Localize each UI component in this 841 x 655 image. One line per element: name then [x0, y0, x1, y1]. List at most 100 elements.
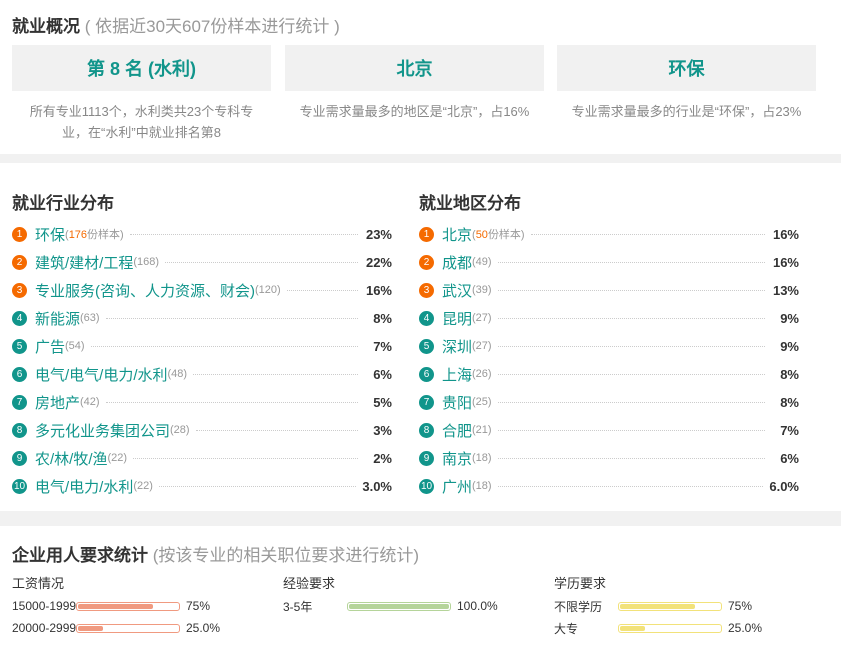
industry-row: 7 房地产 (42) 5%: [12, 388, 392, 416]
industry-name-link[interactable]: 房地产: [35, 392, 80, 413]
region-count: (27): [472, 312, 492, 324]
region-row: 9 南京 (18) 6%: [419, 444, 799, 472]
industry-name-link[interactable]: 环保: [35, 224, 65, 245]
overview-panel: 就业概况 ( 依据近30天607份样本进行统计 ) 第 8 名 (水利) 北京 …: [0, 0, 841, 154]
industry-name-link[interactable]: 电气/电力/水利: [35, 476, 133, 497]
region-percent: 9%: [780, 310, 799, 326]
dotted-leader: [497, 429, 765, 431]
industry-row: 5 广告 (54) 7%: [12, 332, 392, 360]
dotted-leader: [195, 429, 358, 431]
industry-title: 就业行业分布: [12, 194, 114, 213]
experience-bar-fill: [349, 603, 449, 609]
education-heading: 学历要求: [554, 576, 607, 591]
region-count: (25): [472, 396, 492, 408]
industry-count: (176份样本): [65, 229, 124, 241]
region-name-link[interactable]: 南京: [442, 448, 472, 469]
region-count: (18): [472, 480, 492, 492]
region-name-link[interactable]: 贵阳: [442, 392, 472, 413]
industry-sample-count: 176: [68, 229, 88, 241]
dotted-leader: [497, 401, 765, 403]
education-percent: 75%: [728, 599, 753, 613]
dotted-leader: [158, 485, 357, 487]
top-region-desc: 专业需求量最多的地区是“北京”，占16%: [299, 104, 530, 119]
region-count: (18): [472, 452, 492, 464]
industry-count: (168): [133, 256, 160, 268]
education-row: 不限学历 75%: [554, 597, 752, 615]
industry-name-link[interactable]: 电气/电气/电力/水利: [35, 364, 168, 385]
rank-badge: 2: [419, 254, 434, 270]
rank-badge: 10: [12, 478, 27, 494]
region-count: (50份样本): [472, 229, 525, 241]
industry-name-link[interactable]: 广告: [35, 336, 65, 357]
industry-name-link[interactable]: 农/林/牧/渔: [35, 448, 108, 469]
region-percent: 6%: [780, 450, 799, 466]
region-count: (21): [472, 424, 492, 436]
dotted-leader: [193, 373, 358, 375]
region-name-link[interactable]: 深圳: [442, 336, 472, 357]
salary-bar: [76, 601, 180, 611]
dotted-leader: [497, 289, 765, 291]
industry-percent: 23%: [365, 226, 392, 242]
industry-percent: 16%: [365, 282, 392, 298]
region-name-link[interactable]: 北京: [442, 224, 472, 245]
industry-percent: 7%: [373, 338, 392, 354]
region-row: 6 上海 (26) 8%: [419, 360, 799, 388]
region-name-link[interactable]: 上海: [442, 364, 472, 385]
salary-label: 20000-29999: [12, 621, 76, 635]
dotted-leader: [105, 401, 358, 403]
salary-row: 15000-19999 75%: [12, 597, 210, 615]
industry-name-link[interactable]: 多元化业务集团公司: [35, 420, 170, 441]
experience-label: 3-5年: [283, 599, 313, 614]
industry-percent: 3.0%: [362, 478, 392, 494]
region-name-link[interactable]: 成都: [442, 252, 472, 273]
industry-list: 1 环保 (176份样本) 23% 2 建筑/建材/工程 (168) 22% 3 专业服务(咨询、…: [12, 220, 392, 500]
rank-badge: 4: [419, 310, 434, 326]
industry-name-link[interactable]: 新能源: [35, 308, 80, 329]
region-count: (27): [472, 340, 492, 352]
rank-badge: 4: [12, 310, 27, 326]
industry-row: 2 建筑/建材/工程 (168) 22%: [12, 248, 392, 276]
rank-badge: 5: [419, 338, 434, 354]
industry-count: (28): [170, 424, 190, 436]
industry-row: 3 专业服务(咨询、人力资源、财会) (120) 16%: [12, 276, 392, 304]
dotted-leader: [497, 345, 765, 347]
rank-badge: 1: [12, 226, 27, 242]
region-name-link[interactable]: 武汉: [442, 280, 472, 301]
industry-row: 10 电气/电力/水利 (22) 3.0%: [12, 472, 392, 500]
rank-badge: 9: [12, 450, 27, 466]
industry-row: 6 电气/电气/电力/水利 (48) 6%: [12, 360, 392, 388]
industry-percent: 6%: [373, 366, 392, 382]
industry-row: 8 多元化业务集团公司 (28) 3%: [12, 416, 392, 444]
region-percent: 6.0%: [769, 478, 799, 494]
industry-percent: 5%: [373, 394, 392, 410]
dotted-leader: [165, 261, 358, 263]
requirements-subtitle: (按该专业的相关职位要求进行统计): [152, 546, 420, 565]
salary-heading: 工资情况: [12, 576, 65, 591]
rank-badge: 8: [12, 422, 27, 438]
dotted-leader: [530, 233, 765, 235]
top-industry-desc: 专业需求量最多的行业是“环保”，占23%: [571, 104, 802, 119]
industry-row: 4 新能源 (63) 8%: [12, 304, 392, 332]
region-row: 1 北京 (50份样本) 16%: [419, 220, 799, 248]
dotted-leader: [497, 485, 764, 487]
region-row: 7 贵阳 (25) 8%: [419, 388, 799, 416]
industry-name-link[interactable]: 专业服务(咨询、人力资源、财会): [35, 280, 255, 301]
dotted-leader: [105, 317, 358, 319]
rank-badge: 1: [419, 226, 434, 242]
rank-badge: 3: [12, 282, 27, 298]
rank-badge: 5: [12, 338, 27, 354]
region-percent: 8%: [780, 394, 799, 410]
rank-card: 第 8 名 (水利): [12, 45, 271, 91]
industry-name-link[interactable]: 建筑/建材/工程: [35, 252, 133, 273]
region-percent: 16%: [772, 254, 799, 270]
overview-subtitle: ( 依据近30天607份样本进行统计 ): [84, 17, 340, 36]
education-percent: 25.0%: [728, 621, 763, 635]
industry-count: (63): [80, 312, 100, 324]
experience-heading: 经验要求: [283, 576, 336, 591]
region-name-link[interactable]: 合肥: [442, 420, 472, 441]
requirements-title-text: 企业用人要求统计: [12, 546, 148, 565]
region-name-link[interactable]: 广州: [442, 476, 472, 497]
region-row: 3 武汉 (39) 13%: [419, 276, 799, 304]
dotted-leader: [497, 457, 765, 459]
region-name-link[interactable]: 昆明: [442, 308, 472, 329]
